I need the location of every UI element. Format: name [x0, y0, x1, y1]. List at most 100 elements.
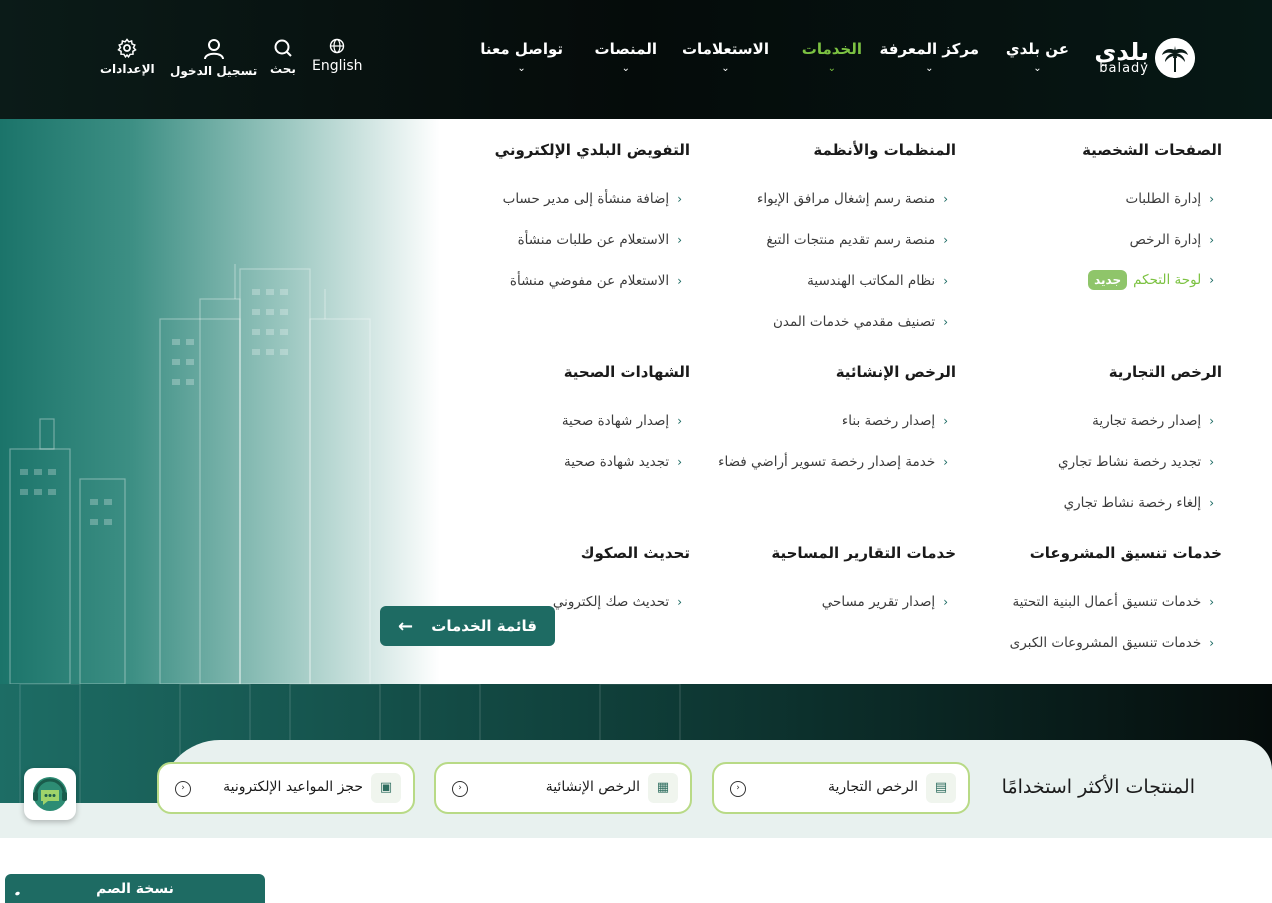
chevron-left-icon: ‹	[1209, 192, 1214, 206]
menu-item-label: نظام المكاتب الهندسية	[807, 273, 936, 289]
product-card-commercial[interactable]: ▤ الرخص التجارية ‹	[712, 762, 970, 814]
chevron-left-icon: ‹	[943, 455, 948, 469]
user-icon	[203, 39, 224, 60]
logo-english-text: balady	[1099, 61, 1149, 76]
nav-knowledge-center[interactable]: مركز المعرفة ⌄	[880, 40, 979, 90]
menu-item-tobacco-fee[interactable]: ‹ منصة رسم تقديم منتجات التبغ	[766, 232, 948, 248]
settings-button[interactable]: الإعدادات	[100, 38, 155, 76]
nav-services-label: الخدمات	[801, 40, 862, 58]
chevron-down-icon: ⌄	[721, 63, 730, 74]
language-label: English	[312, 58, 363, 74]
chevron-left-icon: ‹	[677, 414, 682, 428]
col-commercial-licenses-title: الرخص التجارية	[1108, 363, 1222, 381]
menu-item-label: إصدار رخصة بناء	[841, 413, 936, 429]
appointment-icon: ▣	[371, 773, 401, 803]
menu-item-major-projects-coordination[interactable]: ‹ خدمات تنسيق المشروعات الكبرى	[1010, 635, 1214, 651]
chevron-left-icon: ‹	[943, 315, 948, 329]
menu-item-label: خدمة إصدار رخصة تسوير أراضي فضاء	[718, 454, 936, 470]
menu-item-infrastructure-coordination[interactable]: ‹ خدمات تنسيق أعمال البنية التحتية	[1012, 594, 1214, 610]
menu-item-land-fencing[interactable]: ‹ خدمة إصدار رخصة تسوير أراضي فضاء	[718, 454, 948, 470]
menu-item-engineering-offices[interactable]: ‹ نظام المكاتب الهندسية	[807, 273, 948, 289]
menu-item-manage-licenses[interactable]: ‹ إدارة الرخص	[1130, 232, 1214, 248]
nav-inquiries[interactable]: الاستعلامات ⌄	[682, 40, 769, 90]
chevron-left-icon: ‹	[1209, 496, 1214, 510]
nav-contact-label: تواصل معنا	[480, 40, 563, 58]
chevron-left-icon: ‹	[677, 233, 682, 247]
menu-item-label: منصة رسم تقديم منتجات التبغ	[766, 232, 936, 248]
menu-item-issue-commercial[interactable]: ‹ إصدار رخصة تجارية	[1092, 413, 1214, 429]
menu-item-issue-health[interactable]: ‹ إصدار شهادة صحية	[562, 413, 682, 429]
nav-services[interactable]: الخدمات ⌄	[802, 40, 862, 90]
menu-item-e-deed-update[interactable]: ‹ تحديث صك إلكتروني	[553, 594, 682, 610]
arrow-left-icon: ←	[398, 615, 414, 637]
language-switch[interactable]: English	[312, 38, 363, 74]
product-card-construction[interactable]: ▦ الرخص الإنشائية ‹	[434, 762, 692, 814]
menu-item-label: تجديد شهادة صحية	[563, 454, 670, 470]
chevron-left-circle-icon: ‹	[175, 781, 191, 797]
login-label: تسجيل الدخول	[170, 64, 258, 78]
col-construction-licenses-title: الرخص الإنشائية	[835, 363, 956, 381]
settings-label: الإعدادات	[100, 62, 155, 76]
menu-item-label: الاستعلام عن طلبات منشأة	[517, 232, 670, 248]
menu-item-label: إصدار شهادة صحية	[561, 413, 670, 429]
menu-item-label: إصدار تقرير مساحي	[821, 594, 936, 610]
chevron-left-icon: ‹	[1209, 636, 1214, 650]
menu-item-label: خدمات تنسيق أعمال البنية التحتية	[1012, 594, 1202, 610]
menu-item-facility-delegates[interactable]: ‹ الاستعلام عن مفوضي منشأة	[510, 273, 682, 289]
menu-item-cancel-commercial[interactable]: ‹ إلغاء رخصة نشاط تجاري	[1064, 495, 1214, 511]
menu-item-label: إضافة منشأة إلى مدير حساب	[502, 191, 670, 207]
building-license-icon: ▦	[648, 773, 678, 803]
chat-support-button[interactable]	[24, 768, 76, 820]
menu-item-facility-requests[interactable]: ‹ الاستعلام عن طلبات منشأة	[518, 232, 682, 248]
menu-item-manage-requests[interactable]: ‹ إدارة الطلبات	[1125, 191, 1214, 207]
login-button[interactable]: تسجيل الدخول	[170, 38, 257, 78]
nav-inquiries-label: الاستعلامات	[681, 40, 769, 58]
product-card-appointments[interactable]: ▣ حجز المواعيد الإلكترونية ‹	[157, 762, 415, 814]
chevron-left-icon: ‹	[1209, 233, 1214, 247]
chevron-left-icon: ‹	[1209, 595, 1214, 609]
menu-item-label: لوحة التحكم	[1133, 272, 1202, 288]
chevron-left-icon: ‹	[943, 274, 948, 288]
menu-item-add-facility[interactable]: ‹ إضافة منشأة إلى مدير حساب	[503, 191, 682, 207]
balady-logo[interactable]: بلدي balady	[1094, 38, 1195, 80]
nav-platforms[interactable]: المنصات ⌄	[595, 40, 657, 90]
chevron-left-icon: ‹	[943, 192, 948, 206]
menu-item-label: إصدار رخصة تجارية	[1092, 413, 1202, 429]
menu-item-dashboard[interactable]: ‹ لوحة التحكم جديد	[1088, 270, 1214, 290]
col-personal-pages-title: الصفحات الشخصية	[1082, 141, 1222, 159]
menu-item-label: إدارة الطلبات	[1125, 191, 1202, 207]
menu-item-label: تحديث صك إلكتروني	[552, 594, 670, 610]
nav-about[interactable]: عن بلدي ⌄	[1006, 40, 1069, 90]
product-card-label: الرخص الإنشائية	[545, 779, 640, 795]
product-card-label: حجز المواعيد الإلكترونية	[223, 779, 363, 795]
menu-item-issue-building[interactable]: ‹ إصدار رخصة بناء	[842, 413, 948, 429]
product-card-label: الرخص التجارية	[828, 779, 918, 795]
deaf-version-label: نسخة الصم	[96, 881, 174, 897]
search-button[interactable]: بحث	[270, 38, 296, 76]
hearing-icon: 𝅘	[15, 880, 21, 899]
search-icon	[274, 39, 292, 57]
chevron-left-circle-icon: ‹	[730, 781, 746, 797]
services-list-button[interactable]: قائمة الخدمات ←	[380, 606, 555, 646]
chevron-left-circle-icon: ‹	[452, 781, 468, 797]
menu-item-renew-health[interactable]: ‹ تجديد شهادة صحية	[564, 454, 682, 470]
services-mega-menu: الصفحات الشخصية ‹ إدارة الطلبات ‹ إدارة ال…	[0, 119, 1272, 684]
commercial-license-icon: ▤	[926, 773, 956, 803]
nav-knowledge-label: مركز المعرفة	[879, 40, 979, 58]
globe-icon	[330, 38, 345, 54]
gear-icon	[117, 38, 137, 58]
menu-item-label: منصة رسم إشغال مرافق الإيواء	[757, 191, 936, 207]
col-health-certificates-title: الشهادات الصحية	[563, 363, 690, 381]
menu-item-issue-survey[interactable]: ‹ إصدار تقرير مساحي	[822, 594, 948, 610]
menu-item-label: تصنيف مقدمي خدمات المدن	[772, 314, 936, 330]
palm-emblem-icon	[1155, 38, 1195, 78]
nav-about-label: عن بلدي	[1005, 40, 1069, 58]
deaf-version-button[interactable]: 𝅘 نسخة الصم	[5, 874, 265, 903]
menu-item-renew-commercial[interactable]: ‹ تجديد رخصة نشاط تجاري	[1058, 454, 1214, 470]
services-list-label: قائمة الخدمات	[431, 617, 537, 635]
city-illustration	[0, 119, 440, 684]
menu-item-city-providers[interactable]: ‹ تصنيف مقدمي خدمات المدن	[773, 314, 948, 330]
nav-contact[interactable]: تواصل معنا ⌄	[480, 40, 563, 90]
menu-item-lodging-fee[interactable]: ‹ منصة رسم إشغال مرافق الإيواء	[757, 191, 948, 207]
chat-headset-icon	[33, 777, 67, 811]
